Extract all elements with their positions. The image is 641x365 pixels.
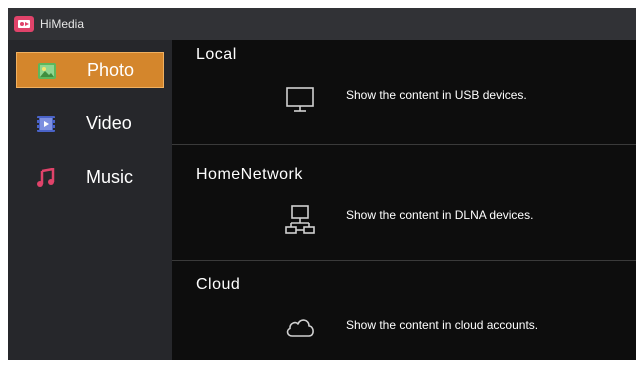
sidebar-item-video[interactable]: Video xyxy=(16,106,164,142)
monitor-icon xyxy=(286,87,314,112)
divider xyxy=(172,144,636,145)
section-title: Cloud xyxy=(196,276,241,293)
section-description: Show the content in USB devices. xyxy=(346,88,527,102)
section-title: Local xyxy=(196,46,237,63)
app-window: HiMedia Photo Video Music Local Show the… xyxy=(8,8,636,360)
source-cloud[interactable]: Cloud Show the content in cloud accounts… xyxy=(172,270,636,360)
sidebar: Photo Video Music xyxy=(8,40,172,360)
video-icon xyxy=(37,116,55,132)
himedia-logo-icon xyxy=(14,16,34,32)
app-title: HiMedia xyxy=(40,17,85,31)
content-panel: Local Show the content in USB devices. H… xyxy=(172,40,636,360)
network-icon xyxy=(285,205,315,234)
divider xyxy=(172,260,636,261)
sidebar-item-label: Music xyxy=(86,167,134,187)
cloud-icon xyxy=(286,319,314,337)
title-bar: HiMedia xyxy=(8,8,636,40)
section-description: Show the content in cloud accounts. xyxy=(346,318,539,332)
section-title: HomeNetwork xyxy=(196,166,303,183)
sidebar-item-photo[interactable]: Photo xyxy=(16,52,164,88)
music-icon xyxy=(37,168,55,187)
source-homenetwork[interactable]: HomeNetwork Show the content in DLNA dev… xyxy=(172,160,636,256)
sidebar-item-label: Video xyxy=(86,113,132,133)
section-description: Show the content in DLNA devices. xyxy=(346,208,534,222)
source-local[interactable]: Local Show the content in USB devices. xyxy=(172,40,636,136)
sidebar-item-music[interactable]: Music xyxy=(16,160,164,196)
sidebar-item-label: Photo xyxy=(87,60,135,80)
photo-icon xyxy=(38,63,56,79)
